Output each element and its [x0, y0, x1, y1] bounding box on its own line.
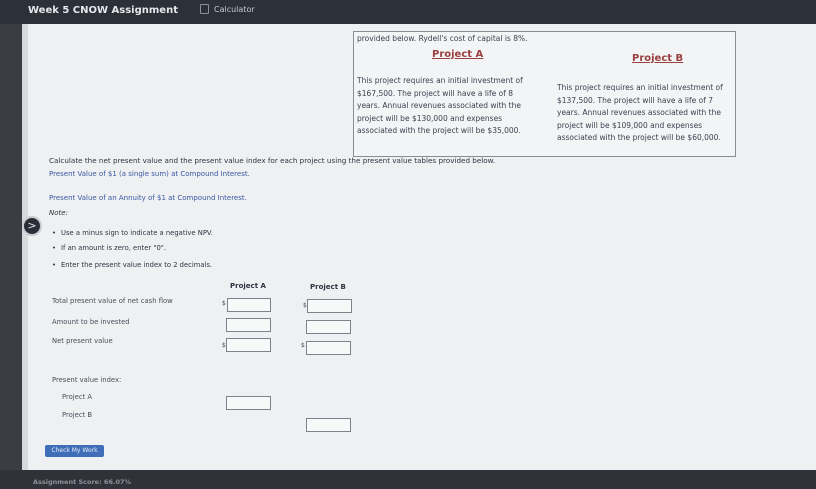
assignment-score: Assignment Score: 66.07% [33, 478, 132, 486]
project-a-line: years. Annual revenues associated with t… [357, 101, 521, 111]
project-a-line: project will be $130,000 and expenses [357, 113, 503, 123]
project-a-description: This project requires an initial investm… [357, 75, 542, 138]
project-a-line: $167,500. The project will have a life o… [357, 88, 514, 98]
check-my-work-button[interactable]: Check My Work [45, 445, 104, 457]
instructions-text: Calculate the net present value and the … [49, 156, 496, 165]
row-label-npv: Net present value [52, 337, 113, 345]
project-a-heading: Project A [432, 49, 484, 60]
pvi-project-a-input[interactable] [226, 396, 271, 410]
pvi-label-project-b: Project B [62, 411, 93, 419]
bottom-bar: Assignment Score: 66.07% [0, 470, 816, 489]
note-bullet: Enter the present value index to 2 decim… [52, 261, 212, 269]
note-bullet: If an amount is zero, enter "0". [52, 244, 166, 252]
project-b-heading: Project B [632, 53, 684, 64]
project-b-line: associated with the project will be $60,… [557, 133, 721, 143]
project-a-line: This project requires an initial investm… [357, 76, 523, 85]
project-a-line: associated with the project will be $35,… [357, 126, 521, 136]
left-stripe [22, 24, 28, 470]
currency-symbol: $ [301, 342, 305, 349]
row-label-total-pv: Total present value of net cash flow [52, 297, 173, 305]
currency-symbol: $ [222, 300, 226, 307]
note-label: Note: [49, 209, 68, 217]
problem-intro: provided below. Rydell's cost of capital… [357, 34, 528, 43]
total-pv-project-a-input[interactable] [227, 298, 271, 312]
total-pv-project-b-input[interactable] [307, 299, 352, 313]
calculator-link[interactable]: Calculator [200, 4, 255, 14]
note-bullet: Use a minus sign to indicate a negative … [52, 229, 213, 237]
project-b-line: years. Annual revenues associated with t… [557, 108, 721, 118]
pvi-heading: Present value index: [52, 376, 122, 384]
top-bar: Week 5 CNOW Assignment Calculator [0, 0, 816, 24]
problem-page: provided below. Rydell's cost of capital… [22, 24, 816, 470]
pv-annuity-link[interactable]: Present Value of an Annuity of $1 at Com… [49, 194, 247, 202]
npv-project-a-input[interactable] [226, 338, 271, 352]
project-b-line: project will be $109,000 and expenses [557, 120, 703, 130]
row-label-invested: Amount to be invested [52, 318, 130, 326]
npv-project-b-input[interactable] [306, 341, 351, 355]
expand-panel-button[interactable]: > [22, 216, 42, 236]
assignment-title: Week 5 CNOW Assignment [28, 5, 178, 16]
project-b-line: $137,500. The project will have a life o… [557, 95, 714, 105]
calculator-icon [200, 4, 209, 14]
column-header-project-a: Project A [230, 282, 266, 290]
invested-project-b-input[interactable] [306, 320, 351, 334]
problem-box: provided below. Rydell's cost of capital… [353, 31, 736, 157]
pvi-project-b-input[interactable] [306, 418, 351, 432]
column-header-project-b: Project B [310, 283, 346, 291]
invested-project-a-input[interactable] [226, 318, 271, 332]
calculator-label: Calculator [214, 4, 255, 14]
project-b-description: This project requires an initial investm… [557, 82, 743, 145]
project-b-line: This project requires an initial investm… [557, 83, 723, 92]
pvi-label-project-a: Project A [62, 393, 93, 401]
pv-single-sum-link[interactable]: Present Value of $1 (a single sum) at Co… [49, 170, 250, 178]
